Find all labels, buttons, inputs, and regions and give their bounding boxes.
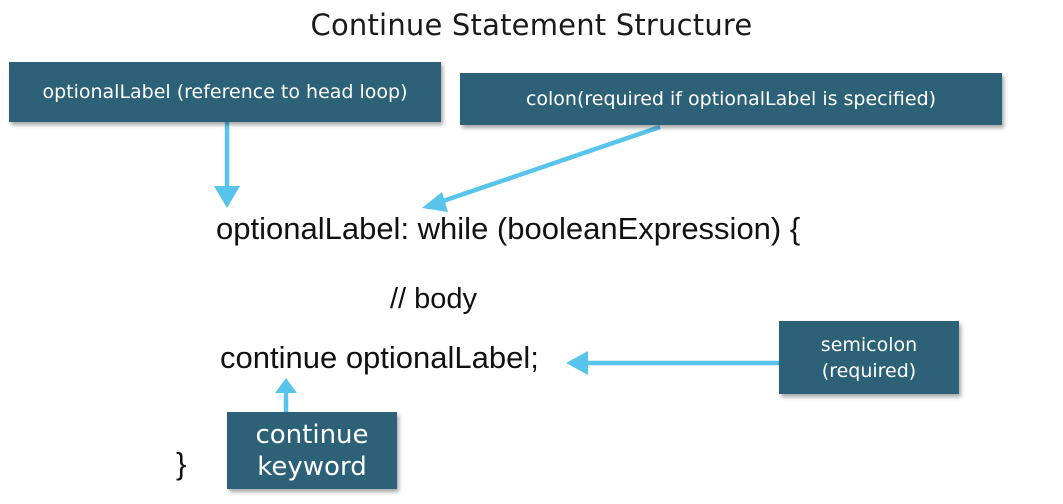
code-while-line: optionalLabel: while (booleanExpression)… bbox=[216, 211, 801, 246]
callout-semicolon: semicolon (required) bbox=[779, 321, 959, 394]
callout-optional-label: optionalLabel (reference to head loop) bbox=[9, 62, 441, 122]
callout-optional-label-text: optionalLabel (reference to head loop) bbox=[42, 81, 408, 103]
callout-colon: colon(required if optionalLabel is speci… bbox=[460, 73, 1002, 125]
diagram-title: Continue Statement Structure bbox=[310, 8, 753, 42]
callout-keyword-line1: continue bbox=[255, 419, 369, 450]
arrow-semicolon bbox=[566, 351, 779, 375]
arrow-colon bbox=[422, 124, 661, 212]
code-continue-line: continue optionalLabel; bbox=[220, 340, 539, 375]
code-closing-brace: } bbox=[176, 446, 187, 481]
callout-semicolon-line1: semicolon bbox=[820, 333, 918, 356]
callout-keyword-line2: keyword bbox=[257, 451, 367, 482]
callout-colon-text: colon(required if optionalLabel is speci… bbox=[525, 88, 937, 110]
code-body-comment: // body bbox=[390, 283, 478, 315]
callout-continue-keyword: continue keyword bbox=[227, 412, 397, 489]
arrow-optional-label bbox=[214, 122, 240, 208]
callout-semicolon-line2: (required) bbox=[821, 359, 917, 382]
arrow-continue-keyword bbox=[275, 378, 297, 412]
